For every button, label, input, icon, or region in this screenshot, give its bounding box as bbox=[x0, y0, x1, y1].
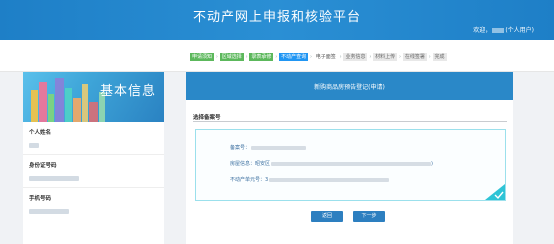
sidebar-basic-info: 基本信息 个人姓名 身份证号码 手机号码 bbox=[23, 72, 164, 244]
prev-button[interactable]: 返回 bbox=[311, 211, 343, 222]
step-arrow-icon: › bbox=[399, 54, 401, 60]
step-9: 完成 bbox=[432, 53, 447, 61]
field-divider bbox=[23, 187, 164, 188]
step-bar: 申请须知 › 区域选择 › 录表承修 › 不动产查询 › 电子面签 › 业务信息 › 材料上传 › 在线签署… bbox=[0, 40, 554, 72]
field-label: 个人姓名 bbox=[29, 130, 52, 136]
masked-value bbox=[269, 177, 390, 182]
house-info-row: 房屋信息：昭安区) bbox=[230, 160, 433, 168]
step-7: 材料上传 bbox=[373, 53, 398, 61]
step-6: 业务信息 bbox=[343, 53, 368, 61]
step-arrow-icon: › bbox=[339, 54, 342, 60]
masked-value bbox=[29, 143, 39, 148]
field-id-number: 身份证号码 bbox=[23, 161, 164, 188]
field-phone-number: 手机号码 bbox=[29, 194, 158, 214]
step-5: 电子面签 bbox=[315, 54, 336, 60]
welcome-prefix: 欢迎， bbox=[473, 27, 492, 34]
step-1: 申请须知 bbox=[190, 53, 215, 61]
unit-number-row: 不动产单元号：3 bbox=[230, 176, 390, 183]
step-4: 不动产查询 bbox=[279, 53, 309, 61]
masked-value bbox=[251, 145, 307, 150]
selected-check-icon bbox=[485, 184, 505, 200]
banner-title: 基本信息 bbox=[99, 84, 156, 99]
step-arrow-icon: › bbox=[275, 54, 278, 60]
filing-label: 备案号： bbox=[230, 145, 251, 151]
username-masked bbox=[492, 28, 505, 33]
masked-value bbox=[271, 161, 432, 166]
unit-label: 不动产单元号：3 bbox=[230, 177, 269, 183]
welcome-text: 欢迎， (个人用户) bbox=[473, 25, 534, 34]
step-arrow-icon: › bbox=[245, 54, 248, 60]
main-panel: 新购商品房预告登记(申请) 选择备案号 备案号： 房屋信息：昭安区) 不动产单元… bbox=[186, 72, 513, 244]
field-label: 手机号码 bbox=[29, 196, 52, 202]
main-header: 新购商品房预告登记(申请) bbox=[186, 72, 513, 100]
house-label: 房屋信息：昭安区 bbox=[230, 161, 271, 167]
field-divider bbox=[23, 154, 164, 155]
field-personal-name: 个人姓名 bbox=[23, 128, 164, 155]
filing-number-row: 备案号： bbox=[230, 144, 307, 151]
app-title: 不动产网上申报和核验平台 bbox=[192, 10, 361, 25]
sidebar-banner: 基本信息 bbox=[23, 72, 164, 122]
step-3: 录表承修 bbox=[249, 53, 274, 61]
step-arrow-icon: › bbox=[428, 54, 431, 60]
section-label: 选择备案号 bbox=[193, 115, 221, 121]
welcome-suffix: (个人用户) bbox=[505, 27, 534, 34]
masked-value bbox=[29, 176, 79, 181]
section-divider bbox=[193, 121, 507, 122]
field-label: 身份证号码 bbox=[29, 163, 57, 169]
app-header: 不动产网上申报和核验平台 欢迎， (个人用户) bbox=[0, 0, 554, 40]
filing-record-card[interactable]: 备案号： 房屋信息：昭安区) 不动产单元号：3 bbox=[195, 129, 506, 201]
step-arrow-icon: › bbox=[369, 54, 372, 60]
step-2: 区域选择 bbox=[219, 53, 244, 61]
next-button[interactable]: 下一步 bbox=[353, 211, 385, 222]
step-8: 在线签署 bbox=[402, 53, 427, 61]
masked-value bbox=[29, 209, 69, 214]
main-title: 新购商品房预告登记(申请) bbox=[314, 84, 385, 91]
step-arrow-icon: › bbox=[310, 54, 312, 60]
step-arrow-icon: › bbox=[216, 54, 218, 60]
step-list: 申请须知 › 区域选择 › 录表承修 › 不动产查询 › 电子面签 › 业务信息 › 材料上传 › 在线签署… bbox=[190, 53, 447, 61]
